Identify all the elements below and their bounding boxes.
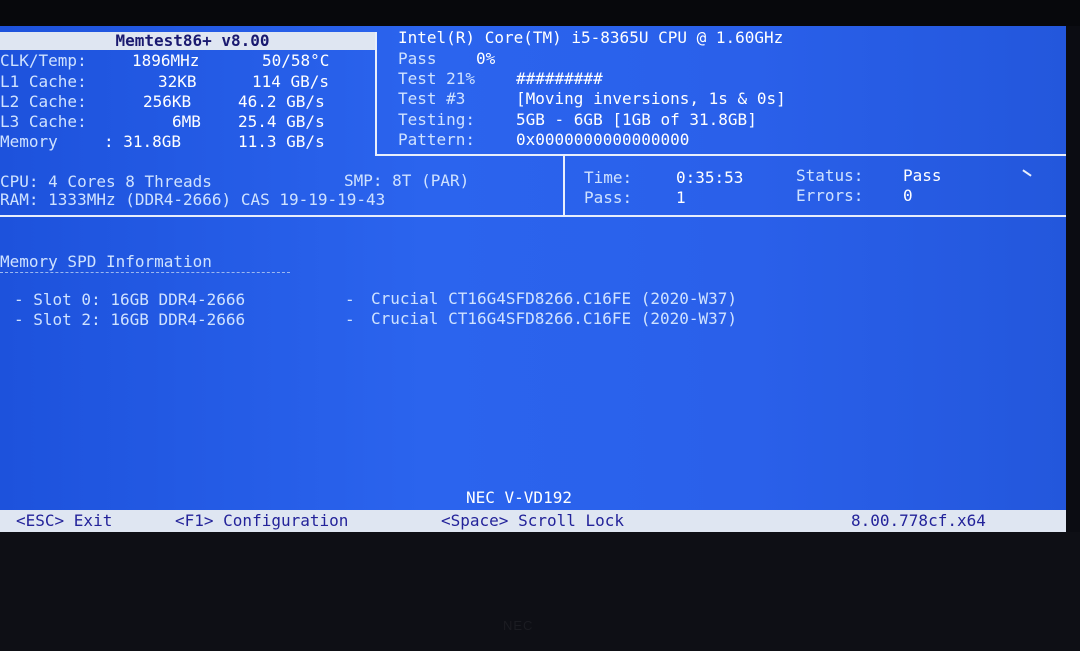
cpu-cores-line: CPU: 4 Cores 8 Threads [0,172,212,191]
errors-label: Errors: [796,186,864,205]
spd-title: Memory SPD Information [0,252,212,271]
status-value: Pass [903,166,942,185]
l2-cache-speed: 46.2 GB/s [238,92,325,111]
spd-slot-0: - Slot 0: 16GB DDR4-2666 [14,290,246,309]
spd-slot-2-sep: - [345,310,355,329]
l1-cache-label: L1 Cache: [0,72,87,91]
spd-slot-2-module: Crucial CT16G4SFD8266.C16FE (2020-W37) [371,309,738,328]
l1-cache-speed: 114 GB/s [252,72,330,91]
errors-value: 0 [903,186,913,205]
footer-bar: <ESC> Exit <F1> Configuration <Space> Sc… [0,510,1066,532]
pattern-label: Pattern: [398,130,476,149]
f1-configuration-key[interactable]: <F1> Configuration [175,510,348,532]
pass-count-label: Pass: [584,188,633,207]
esc-exit-key[interactable]: <ESC> Exit [16,510,112,532]
clk-temp-label: CLK/Temp: [0,51,87,70]
memtest-screen: Memtest86+ v8.00 CLK/Temp: 1896MHz 50/58… [0,26,1066,532]
monitor-bezel-top [0,0,1080,26]
memory-size: : 31.8GB [104,132,182,151]
spd-title-underline [0,272,290,274]
time-label: Time: [584,168,633,187]
memory-label: Memory [0,132,58,151]
clk-temp-freq: 1896MHz [132,51,200,70]
test-description: [Moving inversions, 1s & 0s] [516,89,786,108]
test-progress-bar: ######### [516,69,603,88]
space-scroll-lock-key[interactable]: <Space> Scroll Lock [441,510,624,532]
monitor-brand-logo: NEC [503,618,534,633]
l1-cache-size: 32KB [158,72,197,91]
monitor-bezel-bottom [0,532,1080,651]
memory-speed: 11.3 GB/s [238,132,325,151]
divider-vertical-mid [563,156,565,215]
pass-count-value: 1 [676,188,686,207]
cpu-name: Intel(R) Core(TM) i5-8365U CPU @ 1.60GHz [398,28,784,47]
test-progress-label: Test 21% [398,69,476,88]
divider-horizontal-mid [0,215,1066,217]
version-label: 8.00.778cf.x64 [851,511,986,530]
app-title: Memtest86+ v8.00 [0,32,375,50]
pattern-value: 0x0000000000000000 [516,130,690,149]
spinner-cursor [1022,169,1032,177]
l2-cache-label: L2 Cache: [0,92,87,111]
pass-label: Pass [398,49,437,68]
clk-temp-temp: 50/58°C [262,51,330,70]
divider-vertical-top [375,32,377,156]
l3-cache-speed: 25.4 GB/s [238,112,325,131]
status-label: Status: [796,166,864,185]
spd-slot-0-sep: - [345,290,355,309]
divider-horizontal-top [375,154,1066,156]
l3-cache-size: 6MB [172,112,201,131]
testing-range: 5GB - 6GB [1GB of 31.8GB] [516,110,757,129]
time-value: 0:35:53 [676,168,744,187]
smp-line: SMP: 8T (PAR) [344,171,470,190]
pass-percent: 0% [476,49,496,68]
spd-slot-0-module: Crucial CT16G4SFD8266.C16FE (2020-W37) [371,289,738,308]
testing-label: Testing: [398,110,476,129]
l3-cache-label: L3 Cache: [0,112,87,131]
ram-line: RAM: 1333MHz (DDR4-2666) CAS 19-19-19-43 [0,190,386,209]
display-name: NEC V-VD192 [466,488,572,507]
test-number-label: Test #3 [398,89,466,108]
l2-cache-size: 256KB [143,92,192,111]
spd-slot-2: - Slot 2: 16GB DDR4-2666 [14,310,246,329]
